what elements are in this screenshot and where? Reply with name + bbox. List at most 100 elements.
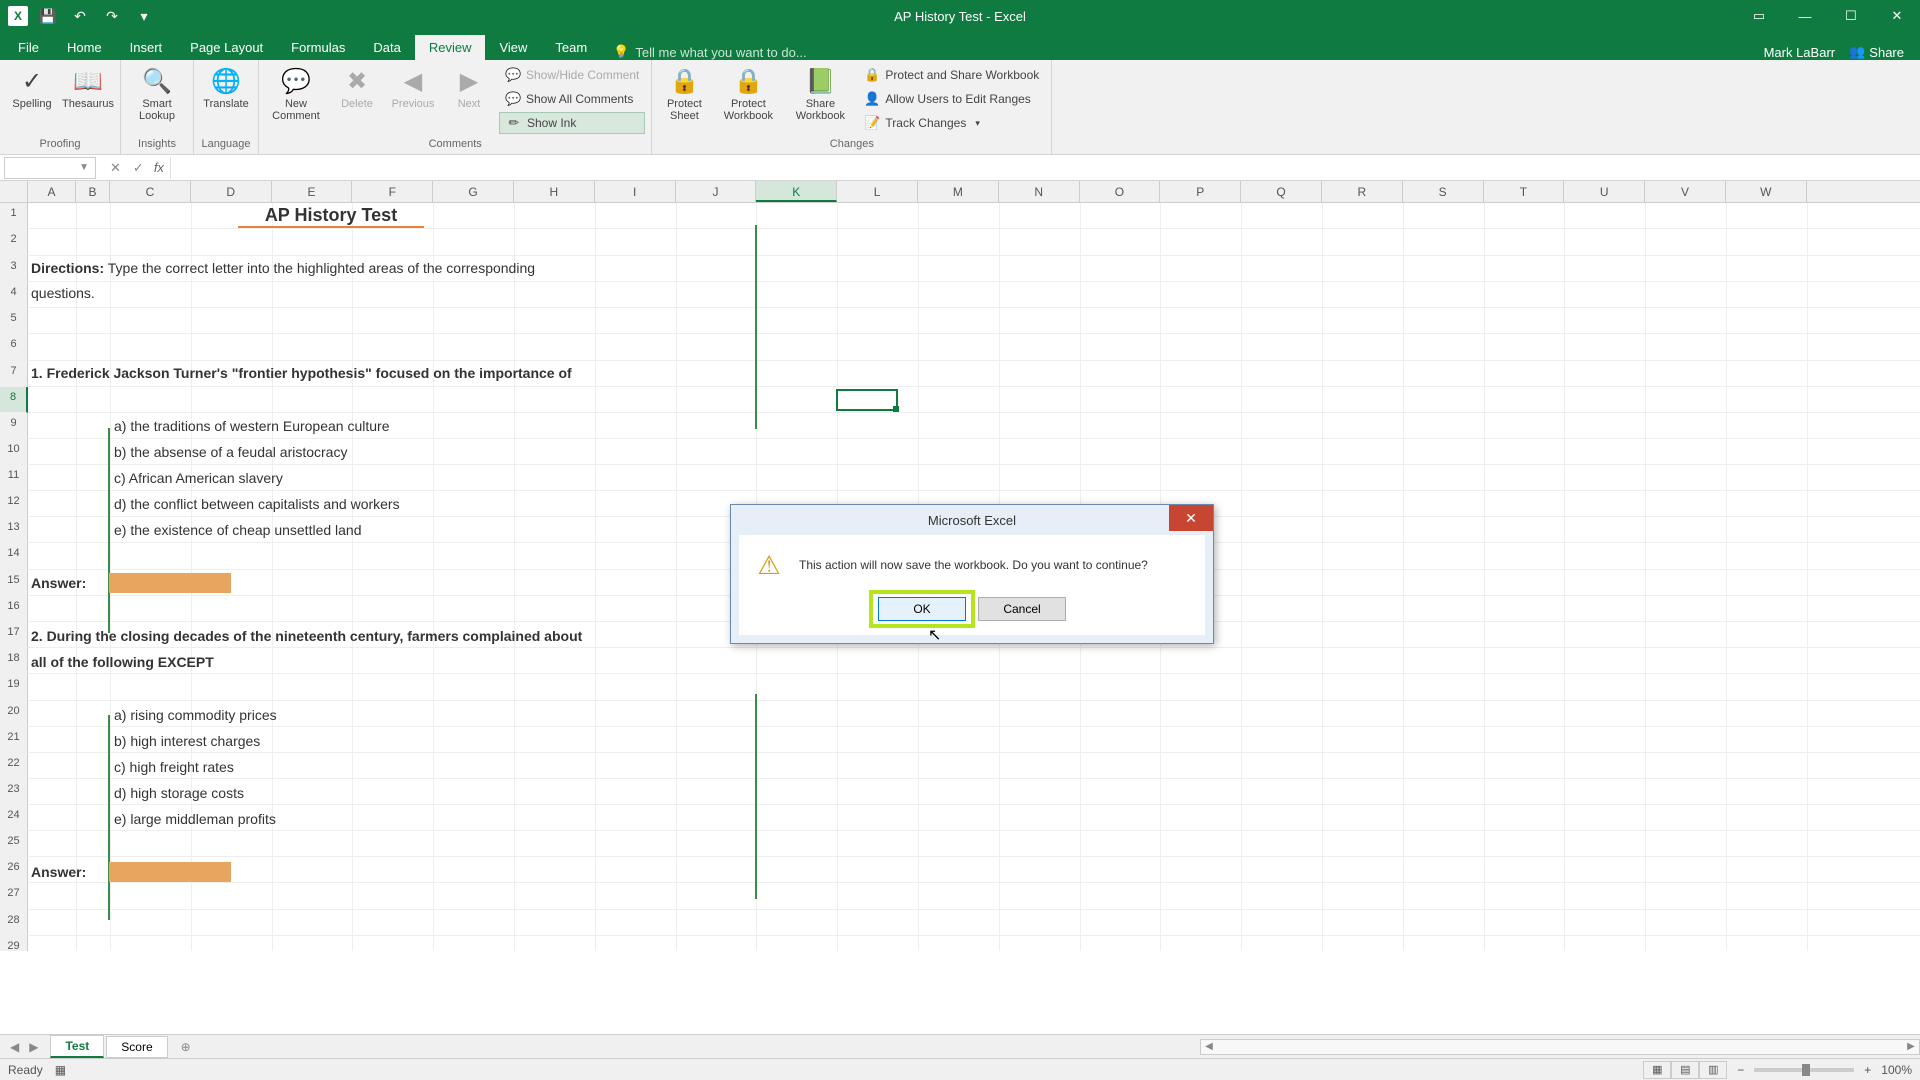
- row-header-19[interactable]: 19: [0, 674, 28, 701]
- answer1-input[interactable]: [109, 573, 231, 593]
- row-header-27[interactable]: 27: [0, 883, 28, 910]
- zoom-slider[interactable]: [1754, 1068, 1854, 1072]
- row-header-18[interactable]: 18: [0, 648, 28, 674]
- row-header-29[interactable]: 29: [0, 936, 28, 951]
- tab-insert[interactable]: Insert: [116, 35, 177, 60]
- row-header-22[interactable]: 22: [0, 753, 28, 779]
- column-header-F[interactable]: F: [352, 181, 433, 202]
- page-layout-view-button[interactable]: ▤: [1671, 1061, 1699, 1079]
- sheet-tab-test[interactable]: Test: [50, 1035, 104, 1058]
- column-header-G[interactable]: G: [433, 181, 514, 202]
- fx-icon[interactable]: fx: [154, 160, 170, 175]
- row-header-17[interactable]: 17: [0, 622, 28, 648]
- save-icon[interactable]: 💾: [36, 4, 60, 28]
- column-header-L[interactable]: L: [837, 181, 918, 202]
- ok-button[interactable]: OK: [878, 597, 966, 621]
- column-header-J[interactable]: J: [676, 181, 757, 202]
- showall-comments-button[interactable]: 💬Show All Comments: [499, 88, 645, 110]
- row-header-2[interactable]: 2: [0, 229, 28, 256]
- sheet-tab-score[interactable]: Score: [106, 1036, 167, 1058]
- protect-share-workbook-button[interactable]: 🔒Protect and Share Workbook: [858, 64, 1045, 86]
- row-header-23[interactable]: 23: [0, 779, 28, 805]
- row-header-5[interactable]: 5: [0, 308, 28, 335]
- user-name[interactable]: Mark LaBarr: [1764, 45, 1836, 60]
- column-header-B[interactable]: B: [76, 181, 110, 202]
- column-header-C[interactable]: C: [110, 181, 191, 202]
- tab-view[interactable]: View: [485, 35, 541, 60]
- column-header-I[interactable]: I: [595, 181, 676, 202]
- zoom-thumb[interactable]: [1802, 1064, 1810, 1076]
- chevron-down-icon[interactable]: ▼: [79, 162, 89, 173]
- row-header-15[interactable]: 15: [0, 570, 28, 596]
- sheet-prev-icon[interactable]: ◀: [10, 1040, 19, 1054]
- name-box[interactable]: ▼: [4, 157, 96, 179]
- cancel-formula-icon[interactable]: ✕: [110, 160, 121, 176]
- row-header-12[interactable]: 12: [0, 491, 28, 517]
- undo-icon[interactable]: ↶: [68, 4, 92, 28]
- select-all-corner[interactable]: [0, 181, 28, 202]
- answer2-input[interactable]: [109, 862, 231, 882]
- row-header-3[interactable]: 3: [0, 256, 28, 282]
- share-button[interactable]: 👥 Share: [1849, 44, 1904, 60]
- column-header-A[interactable]: A: [28, 181, 76, 202]
- column-header-U[interactable]: U: [1564, 181, 1645, 202]
- column-header-P[interactable]: P: [1160, 181, 1241, 202]
- redo-icon[interactable]: ↷: [100, 4, 124, 28]
- page-break-view-button[interactable]: ▥: [1699, 1061, 1727, 1079]
- maximize-icon[interactable]: ☐: [1828, 0, 1874, 32]
- tab-data[interactable]: Data: [359, 35, 414, 60]
- qat-customize-icon[interactable]: ▾: [132, 4, 156, 28]
- column-header-T[interactable]: T: [1484, 181, 1565, 202]
- allow-edit-ranges-button[interactable]: 👤Allow Users to Edit Ranges: [858, 88, 1045, 110]
- row-header-6[interactable]: 6: [0, 334, 28, 361]
- tab-formulas[interactable]: Formulas: [277, 35, 359, 60]
- row-header-14[interactable]: 14: [0, 543, 28, 570]
- column-header-E[interactable]: E: [272, 181, 353, 202]
- row-header-4[interactable]: 4: [0, 282, 28, 308]
- zoom-out-button[interactable]: −: [1737, 1063, 1744, 1077]
- delete-comment-button[interactable]: ✖Delete: [331, 62, 383, 110]
- row-header-10[interactable]: 10: [0, 439, 28, 465]
- minimize-icon[interactable]: —: [1782, 0, 1828, 32]
- dialog-titlebar[interactable]: Microsoft Excel ✕: [731, 505, 1213, 535]
- tab-page-layout[interactable]: Page Layout: [176, 35, 277, 60]
- column-header-Q[interactable]: Q: [1241, 181, 1322, 202]
- showhide-comment-button[interactable]: 💬Show/Hide Comment: [499, 64, 645, 86]
- column-header-V[interactable]: V: [1645, 181, 1726, 202]
- normal-view-button[interactable]: ▦: [1643, 1061, 1671, 1079]
- row-header-20[interactable]: 20: [0, 701, 28, 727]
- row-header-21[interactable]: 21: [0, 727, 28, 753]
- sheet-next-icon[interactable]: ▶: [29, 1040, 38, 1054]
- zoom-level[interactable]: 100%: [1881, 1063, 1912, 1077]
- scroll-left-icon[interactable]: ◀: [1201, 1041, 1217, 1052]
- row-header-16[interactable]: 16: [0, 596, 28, 623]
- row-header-7[interactable]: 7: [0, 361, 28, 387]
- thesaurus-button[interactable]: 📖Thesaurus: [62, 62, 114, 110]
- tab-review[interactable]: Review: [415, 35, 486, 60]
- tab-home[interactable]: Home: [53, 35, 116, 60]
- spelling-button[interactable]: ✓Spelling: [6, 62, 58, 110]
- macro-record-icon[interactable]: ▦: [55, 1063, 66, 1077]
- protect-workbook-button[interactable]: 🔒Protect Workbook: [714, 62, 782, 122]
- tab-file[interactable]: File: [4, 35, 53, 60]
- column-header-S[interactable]: S: [1403, 181, 1484, 202]
- share-workbook-button[interactable]: 📗Share Workbook: [786, 62, 854, 122]
- enter-formula-icon[interactable]: ✓: [133, 160, 144, 176]
- column-header-R[interactable]: R: [1322, 181, 1403, 202]
- cancel-button[interactable]: Cancel: [978, 597, 1066, 621]
- column-header-W[interactable]: W: [1726, 181, 1807, 202]
- tab-team[interactable]: Team: [541, 35, 601, 60]
- column-header-D[interactable]: D: [191, 181, 272, 202]
- row-header-26[interactable]: 26: [0, 857, 28, 883]
- close-icon[interactable]: ✕: [1874, 0, 1920, 32]
- next-comment-button[interactable]: ▶Next: [443, 62, 495, 110]
- protect-sheet-button[interactable]: 🔒Protect Sheet: [658, 62, 710, 122]
- row-header-1[interactable]: 1: [0, 203, 28, 229]
- zoom-in-button[interactable]: +: [1864, 1063, 1871, 1077]
- column-header-H[interactable]: H: [514, 181, 595, 202]
- new-comment-button[interactable]: 💬New Comment: [265, 62, 327, 122]
- ribbon-options-icon[interactable]: ▭: [1736, 0, 1782, 32]
- previous-comment-button[interactable]: ◀Previous: [387, 62, 439, 110]
- row-header-28[interactable]: 28: [0, 910, 28, 937]
- row-header-24[interactable]: 24: [0, 805, 28, 831]
